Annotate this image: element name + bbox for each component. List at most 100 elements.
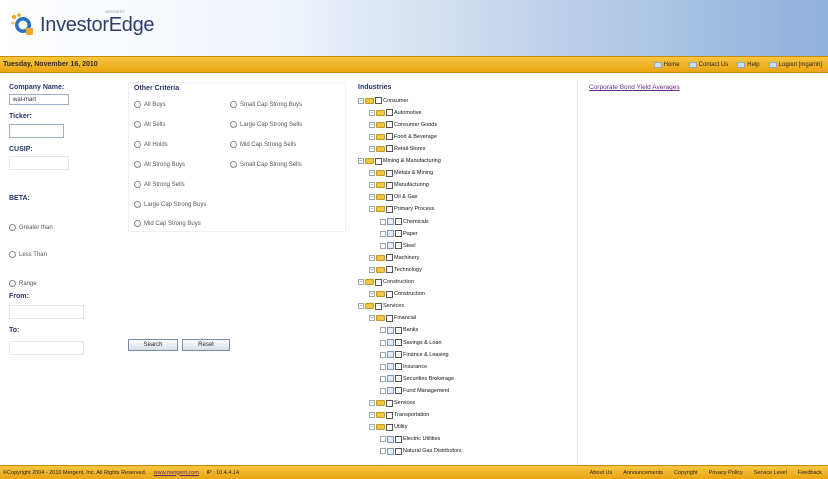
nav-home[interactable]: Home: [653, 61, 680, 68]
expand-toggle-icon[interactable]: −: [369, 182, 375, 189]
industry-checkbox[interactable]: [386, 193, 393, 201]
industry-checkbox[interactable]: [375, 157, 382, 165]
expand-toggle-icon[interactable]: −: [369, 109, 375, 116]
industry-checkbox[interactable]: [386, 411, 393, 419]
industry-checkbox[interactable]: [386, 423, 393, 431]
industry-node[interactable]: − Metals & Mining: [369, 169, 433, 178]
industry-checkbox[interactable]: [386, 314, 393, 322]
criteria-all-strong-sells[interactable]: All Strong Sells: [134, 181, 185, 188]
industry-checkbox[interactable]: [386, 290, 393, 298]
industry-checkbox[interactable]: [386, 254, 393, 262]
footer-copyright-link[interactable]: Copyright: [674, 470, 698, 476]
industry-checkbox[interactable]: [375, 278, 382, 286]
industry-node[interactable]: Savings & Loan: [380, 338, 442, 347]
site-link[interactable]: www.mergent.com: [154, 470, 199, 476]
criteria-large-cap-strong-sells[interactable]: Large Cap Strong Sells: [230, 121, 302, 128]
industry-checkbox[interactable]: [386, 109, 393, 117]
industry-node[interactable]: − Manufacturing: [369, 181, 429, 190]
beta-less-than-radio[interactable]: Less Than: [9, 251, 47, 258]
industry-checkbox[interactable]: [386, 169, 393, 177]
nav-help[interactable]: Help: [737, 61, 760, 68]
industry-node[interactable]: Securities Brokerage: [380, 374, 454, 383]
industry-checkbox[interactable]: [395, 242, 402, 250]
industry-checkbox[interactable]: [386, 205, 393, 213]
industry-node[interactable]: − Oil & Gas: [369, 193, 418, 202]
criteria-all-buys[interactable]: All Buys: [134, 101, 166, 108]
industry-node[interactable]: − Machinery: [369, 253, 419, 262]
criteria-mid-cap-strong-sells[interactable]: Mid Cap Strong Sells: [230, 141, 296, 148]
expand-toggle-icon[interactable]: −: [369, 266, 375, 273]
industry-checkbox[interactable]: [386, 145, 393, 153]
industry-node[interactable]: Natural Gas Distributors: [380, 447, 462, 456]
industry-checkbox[interactable]: [395, 363, 402, 371]
industry-node[interactable]: Electric Utilities: [380, 435, 440, 444]
industry-node[interactable]: − Financial: [369, 314, 416, 323]
criteria-small-cap-strong-sells[interactable]: Small Cap Strong Sells: [230, 161, 302, 168]
criteria-all-sells[interactable]: All Sells: [134, 121, 165, 128]
to-input[interactable]: [9, 341, 84, 355]
industry-node[interactable]: Chemicals: [380, 217, 429, 226]
industry-checkbox[interactable]: [395, 435, 402, 443]
footer-about-us[interactable]: About Us: [590, 470, 613, 476]
industry-node[interactable]: − Automotive: [369, 108, 422, 117]
criteria-large-cap-strong-buys[interactable]: Large Cap Strong Buys: [134, 201, 206, 208]
expand-toggle-icon[interactable]: −: [358, 97, 364, 104]
industry-node[interactable]: Steel: [380, 241, 416, 250]
industry-checkbox[interactable]: [395, 387, 402, 395]
expand-toggle-icon[interactable]: −: [358, 279, 364, 285]
industry-node[interactable]: Paper: [380, 229, 418, 238]
industry-node[interactable]: − Consumer Goods: [369, 120, 437, 129]
industry-checkbox[interactable]: [395, 375, 402, 383]
industry-node[interactable]: Finance & Leasing: [380, 350, 449, 359]
criteria-all-strong-buys[interactable]: All Strong Buys: [134, 161, 185, 168]
expand-toggle-icon[interactable]: −: [358, 303, 364, 310]
industry-node[interactable]: − Services: [358, 302, 404, 311]
industry-checkbox[interactable]: [386, 181, 393, 189]
industry-node[interactable]: − Technology: [369, 265, 422, 274]
expand-toggle-icon[interactable]: −: [369, 121, 375, 128]
nav-logout[interactable]: Logout [mgamh]: [768, 61, 822, 68]
footer-service-level[interactable]: Service Level: [754, 470, 787, 476]
industry-checkbox[interactable]: [386, 399, 393, 407]
ticker-input[interactable]: [9, 124, 64, 138]
beta-greater-than-radio[interactable]: Greater than: [9, 224, 53, 231]
nav-contact-us[interactable]: Contact Us: [688, 61, 728, 68]
industry-node[interactable]: − Services: [369, 399, 415, 408]
criteria-mid-cap-strong-buys[interactable]: Mid Cap Strong Buys: [134, 220, 201, 227]
expand-toggle-icon[interactable]: −: [369, 412, 375, 419]
company-name-input[interactable]: [9, 94, 69, 105]
cusip-input[interactable]: [9, 156, 69, 170]
criteria-all-holds[interactable]: All Holds: [134, 141, 168, 148]
expand-toggle-icon[interactable]: −: [369, 145, 375, 152]
industry-checkbox[interactable]: [395, 326, 402, 334]
expand-toggle-icon[interactable]: −: [369, 315, 375, 322]
industry-node[interactable]: − Mining & Manufacturing: [358, 157, 441, 166]
expand-toggle-icon[interactable]: −: [358, 158, 364, 164]
industry-checkbox[interactable]: [395, 351, 402, 359]
expand-toggle-icon[interactable]: −: [369, 194, 375, 201]
expand-toggle-icon[interactable]: −: [369, 206, 375, 213]
industry-node[interactable]: Banks: [380, 326, 418, 335]
beta-range-radio[interactable]: Range: [9, 280, 37, 287]
criteria-small-cap-strong-buys[interactable]: Small Cap Strong Buys: [230, 101, 302, 108]
industry-node[interactable]: − Construction: [369, 290, 425, 299]
industry-node[interactable]: − Consumer: [358, 96, 408, 105]
industry-checkbox[interactable]: [375, 302, 382, 310]
industry-checkbox[interactable]: [375, 97, 382, 104]
expand-toggle-icon[interactable]: −: [369, 291, 375, 298]
industry-checkbox[interactable]: [395, 339, 402, 346]
industry-node[interactable]: − Construction: [358, 278, 414, 287]
industry-node[interactable]: Fund Management: [380, 386, 449, 395]
industry-checkbox[interactable]: [395, 447, 402, 455]
from-input[interactable]: [9, 305, 84, 319]
industry-checkbox[interactable]: [395, 230, 402, 238]
expand-toggle-icon[interactable]: −: [369, 133, 375, 140]
footer-announcements[interactable]: Announcements: [623, 470, 663, 476]
expand-toggle-icon[interactable]: −: [369, 254, 375, 261]
expand-toggle-icon[interactable]: −: [369, 424, 375, 431]
industry-checkbox[interactable]: [386, 266, 393, 274]
industry-checkbox[interactable]: [386, 133, 393, 141]
reset-button[interactable]: Reset: [182, 339, 230, 351]
industry-checkbox[interactable]: [395, 218, 402, 225]
industry-node[interactable]: − Primary Process: [369, 205, 434, 214]
